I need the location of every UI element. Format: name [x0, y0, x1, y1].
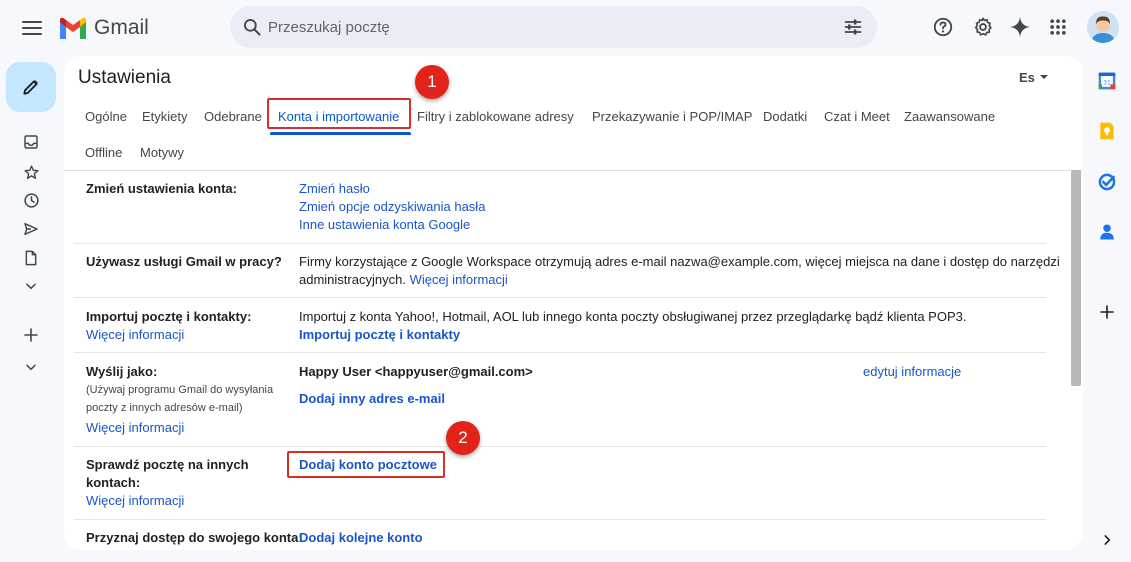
import-label: Importuj pocztę i kontakty: — [86, 309, 252, 324]
gmail-work-label: Używasz usługi Gmail w pracy? — [86, 254, 282, 269]
tab-addons[interactable]: Dodatki — [763, 109, 807, 124]
send-icon[interactable] — [21, 219, 41, 239]
plus-icon[interactable] — [1096, 301, 1118, 323]
tabs-divider — [64, 170, 1083, 171]
draft-icon[interactable] — [21, 248, 41, 268]
contacts-icon[interactable] — [1096, 221, 1118, 243]
gemini-icon[interactable] — [1008, 15, 1032, 39]
input-tools-selector[interactable]: Es — [1019, 70, 1048, 85]
apps-grid-icon[interactable] — [1046, 15, 1070, 39]
active-tab-indicator — [270, 132, 411, 135]
avatar[interactable] — [1087, 11, 1119, 43]
tasks-icon[interactable] — [1096, 171, 1118, 193]
pencil-icon — [23, 80, 38, 95]
app-name: Gmail — [94, 16, 149, 39]
tab-advanced[interactable]: Zaawansowane — [904, 109, 995, 124]
import-description: Importuj z konta Yahoo!, Hotmail, AOL lu… — [299, 309, 967, 324]
gear-icon[interactable] — [971, 15, 995, 39]
send-as-note-line1: (Używaj programu Gmail do wysyłania — [86, 384, 274, 396]
clock-icon[interactable] — [21, 190, 41, 210]
settings-panel: Ustawienia Es Ogólne Etykiety Odebrane K… — [64, 56, 1083, 550]
tab-offline[interactable]: Offline — [85, 145, 122, 160]
tab-forwarding-pop-imap[interactable]: Przekazywanie i POP/IMAP — [592, 109, 752, 124]
change-password-link[interactable]: Zmień hasło — [299, 181, 370, 196]
gmail-logo-icon — [60, 17, 86, 39]
plus-icon[interactable] — [21, 325, 41, 345]
search-bar[interactable] — [230, 6, 877, 48]
chevron-down-icon[interactable] — [21, 357, 41, 377]
tab-filters-and-blocked[interactable]: Filtry i zablokowane adresy — [417, 109, 574, 124]
row-divider — [74, 297, 1046, 298]
gmail-work-learn-more-link[interactable]: Więcej informacji — [410, 272, 508, 287]
change-account-label: Zmień ustawienia konta: — [86, 181, 237, 196]
send-as-label: Wyślij jako: — [86, 364, 158, 379]
tab-inbox[interactable]: Odebrane — [204, 109, 262, 124]
keep-icon[interactable] — [1096, 120, 1118, 142]
step-badge-1: 1 — [415, 65, 449, 99]
send-as-identity: Happy User <happyuser@gmail.com> — [299, 364, 533, 379]
gmail-work-text: Firmy korzystające z Google Workspace ot… — [299, 254, 1060, 269]
gmail-work-text-cont: administracyjnych. — [299, 272, 406, 287]
search-input[interactable] — [268, 6, 828, 48]
import-learn-more-link[interactable]: Więcej informacji — [86, 327, 184, 342]
import-mail-contacts-link[interactable]: Importuj pocztę i kontakty — [299, 327, 460, 342]
send-as-note-line2: poczty z innych adresów e-mail) — [86, 402, 243, 414]
row-divider — [74, 519, 1046, 520]
change-recovery-options-link[interactable]: Zmień opcje odzyskiwania hasła — [299, 199, 485, 214]
calendar-icon[interactable]: 31 — [1096, 70, 1118, 92]
other-google-account-settings-link[interactable]: Inne ustawienia konta Google — [299, 217, 470, 232]
edit-info-link[interactable]: edytuj informacje — [863, 364, 961, 379]
check-mail-label-line2: kontach: — [86, 475, 141, 490]
chevron-right-icon[interactable] — [1096, 529, 1118, 551]
check-mail-label-line1: Sprawdź pocztę na innych — [86, 457, 249, 472]
star-icon[interactable] — [21, 162, 41, 182]
tab-labels[interactable]: Etykiety — [142, 109, 188, 124]
add-mail-account-link[interactable]: Dodaj konto pocztowe — [299, 457, 437, 472]
grant-access-label: Przyznaj dostęp do swojego konta: — [86, 530, 303, 545]
add-another-account-link[interactable]: Dodaj kolejne konto — [299, 530, 423, 545]
row-divider — [74, 243, 1046, 244]
tab-themes[interactable]: Motywy — [140, 145, 184, 160]
page-title: Ustawienia — [78, 67, 171, 88]
chevron-down-icon[interactable] — [21, 276, 41, 296]
gmail-logo[interactable]: Gmail — [58, 14, 149, 42]
row-divider — [74, 446, 1046, 447]
top-bar: Gmail — [0, 0, 1131, 56]
add-another-email-link[interactable]: Dodaj inny adres e-mail — [299, 391, 445, 406]
inbox-icon[interactable] — [21, 132, 41, 152]
search-icon[interactable] — [242, 17, 262, 37]
send-as-learn-more-link[interactable]: Więcej informacji — [86, 420, 184, 435]
main-menu-button[interactable] — [18, 14, 46, 42]
svg-text:31: 31 — [1103, 80, 1111, 86]
tab-accounts-and-import[interactable]: Konta i importowanie — [278, 109, 399, 124]
compose-button[interactable] — [6, 62, 56, 112]
help-icon[interactable] — [931, 15, 955, 39]
check-mail-learn-more-link[interactable]: Więcej informacji — [86, 493, 184, 508]
tab-chat-and-meet[interactable]: Czat i Meet — [824, 109, 890, 124]
tab-general[interactable]: Ogólne — [85, 109, 127, 124]
row-divider — [74, 352, 1046, 353]
settings-scrollbar[interactable] — [1071, 170, 1081, 386]
step-badge-2: 2 — [446, 421, 480, 455]
search-options-icon[interactable] — [843, 17, 863, 37]
